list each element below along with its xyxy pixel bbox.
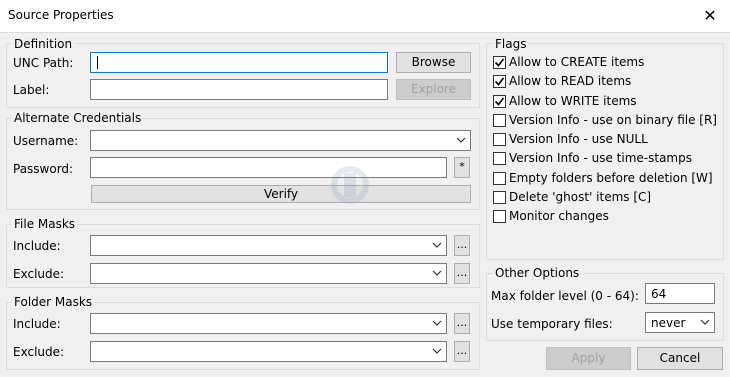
temp-files-select[interactable]: never	[645, 312, 715, 333]
chevron-down-icon[interactable]	[456, 133, 466, 147]
flag-label[interactable]: Allow to CREATE items	[509, 55, 644, 69]
file-include-more-button[interactable]: ...	[454, 235, 470, 256]
flag-checkbox[interactable]	[493, 94, 506, 108]
temp-files-label: Use temporary files:	[491, 317, 613, 331]
flag-label[interactable]: Version Info - use NULL	[509, 132, 648, 146]
flag-label[interactable]: Allow to WRITE items	[509, 94, 637, 108]
cancel-button[interactable]: Cancel	[637, 347, 723, 370]
chevron-down-icon[interactable]	[432, 316, 442, 330]
folder-exclude-label: Exclude:	[13, 345, 65, 359]
label-input[interactable]	[90, 79, 388, 100]
flag-checkbox[interactable]	[493, 56, 506, 69]
title-bar: Source Properties ✕	[0, 0, 730, 32]
flag-checkbox[interactable]	[493, 171, 506, 185]
watermark-logo	[331, 166, 369, 204]
unc-path-input[interactable]	[90, 52, 388, 73]
file-exclude-combobox[interactable]	[90, 263, 447, 284]
flag-checkbox[interactable]	[493, 133, 506, 146]
flag-checkbox[interactable]	[493, 210, 506, 223]
chevron-down-icon[interactable]	[432, 238, 442, 252]
explore-button[interactable]: Explore	[396, 79, 471, 100]
chevron-down-icon[interactable]	[432, 344, 442, 358]
file-exclude-label: Exclude:	[13, 267, 65, 281]
flags-legend: Flags	[493, 37, 529, 51]
folder-include-more-button[interactable]: ...	[454, 313, 470, 334]
chevron-down-icon[interactable]	[432, 266, 442, 280]
browse-button[interactable]: Browse	[396, 52, 471, 73]
flag-checkbox[interactable]	[493, 113, 506, 127]
max-folder-level-label: Max folder level (0 - 64):	[491, 289, 639, 303]
flag-checkbox[interactable]	[493, 75, 506, 89]
temp-files-value: never	[651, 316, 686, 330]
unc-path-label: UNC Path:	[13, 56, 74, 70]
flag-checkbox[interactable]	[493, 190, 506, 204]
password-label: Password:	[13, 162, 74, 176]
file-masks-legend: File Masks	[12, 217, 78, 231]
other-options-legend: Other Options	[493, 266, 582, 280]
definition-legend: Definition	[12, 37, 75, 51]
folder-include-label: Include:	[13, 317, 61, 331]
flag-label[interactable]: Empty folders before deletion [W]	[509, 171, 713, 185]
folder-exclude-combobox[interactable]	[90, 341, 447, 362]
username-label: Username:	[13, 134, 79, 148]
divider	[0, 32, 730, 33]
folder-include-combobox[interactable]	[90, 313, 447, 334]
apply-button[interactable]: Apply	[546, 347, 631, 370]
max-folder-level-input[interactable]: 64	[645, 283, 715, 304]
flag-label[interactable]: Monitor changes	[509, 209, 609, 223]
label-field-label: Label:	[13, 83, 50, 97]
file-include-label: Include:	[13, 239, 61, 253]
flag-label[interactable]: Version Info - use time-stamps	[509, 151, 692, 165]
username-combobox[interactable]	[90, 130, 471, 151]
flag-checkbox[interactable]	[493, 152, 506, 166]
flag-label[interactable]: Delete 'ghost' items [C]	[509, 190, 651, 204]
file-exclude-more-button[interactable]: ...	[454, 263, 470, 284]
file-include-combobox[interactable]	[90, 235, 447, 256]
folder-masks-legend: Folder Masks	[12, 295, 95, 309]
close-icon[interactable]: ✕	[700, 6, 720, 26]
max-folder-level-value: 64	[651, 287, 667, 301]
credentials-legend: Alternate Credentials	[12, 111, 144, 125]
chevron-down-icon[interactable]	[700, 315, 710, 329]
flag-label[interactable]: Version Info - use on binary file [R]	[509, 113, 717, 127]
text-caret	[97, 56, 98, 69]
window-title: Source Properties	[8, 8, 114, 22]
flag-label[interactable]: Allow to READ items	[509, 74, 631, 88]
folder-exclude-more-button[interactable]: ...	[454, 341, 470, 362]
